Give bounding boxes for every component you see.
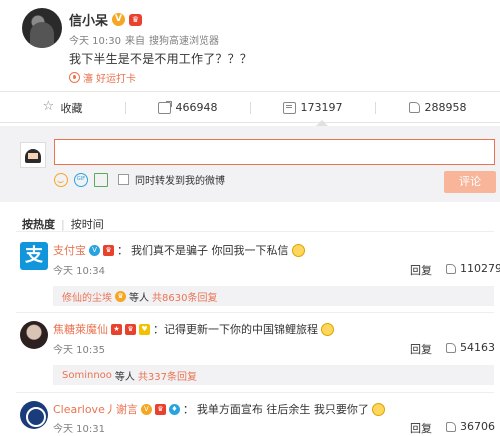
reply-author[interactable]: Sominnoo — [62, 370, 112, 381]
thumbs-up-icon — [446, 421, 456, 432]
favorite-label: 收藏 — [60, 101, 83, 115]
composer-tools: GIF 同时转发到我的微博 — [54, 172, 225, 187]
reply-button[interactable]: 回复 — [410, 262, 432, 278]
verified-badge-icon: V — [140, 403, 152, 415]
thumbs-up-icon — [446, 263, 456, 274]
comment-body: 支付宝 V ♛ ： 我们真不是骗子 你回我一下私信 — [53, 242, 305, 258]
comment-text: 我们真不是骗子 你回我一下私信 — [131, 244, 289, 257]
sync-repost-checkbox[interactable] — [118, 174, 129, 185]
commenter-name[interactable]: Clearlove丿谢言 — [53, 401, 138, 417]
comment-button[interactable]: 173197 — [250, 93, 375, 122]
member-badge-icon: ♛ — [115, 290, 126, 302]
comment-like-count: 54163 — [460, 341, 495, 354]
divider — [16, 312, 494, 313]
comment-icon — [282, 101, 296, 114]
tab-separator: | — [61, 217, 65, 231]
like-count: 288958 — [424, 101, 467, 114]
comment-time: 今天 10:34 — [53, 266, 105, 277]
fan-badge-icon: ♦ — [168, 403, 180, 415]
commenter-avatar[interactable]: 支 — [20, 242, 48, 270]
commenter-avatar[interactable] — [20, 321, 48, 349]
reply-summary[interactable]: Sominnoo 等人 共337条回复 — [53, 365, 494, 385]
author-avatar[interactable] — [22, 8, 62, 48]
comment-like-button[interactable]: 110279 — [446, 262, 500, 275]
post-text: 我下半生是不是不用工作了？？？ — [69, 52, 253, 66]
topic-tag-prefix: 瀋 — [83, 74, 93, 85]
post-time[interactable]: 今天 10:30 — [69, 32, 121, 47]
verified-badge-icon: V — [112, 13, 126, 26]
reply-button[interactable]: 回复 — [410, 420, 432, 436]
fan-badge-icon: ♥ — [139, 323, 150, 335]
emoji-icon — [371, 402, 385, 416]
commenter-name[interactable]: 支付宝 — [53, 242, 86, 258]
member-badge-icon: ♛ — [103, 244, 114, 256]
share-count: 466948 — [175, 101, 218, 114]
member-badge-icon: ★ — [111, 323, 122, 335]
emoji-icon[interactable] — [54, 172, 68, 187]
comment-text: ：记得更新一下你的中国锦鲤旅程 — [153, 323, 318, 336]
comment-text: ： — [117, 244, 128, 257]
submit-comment-button[interactable]: 评论 — [444, 171, 496, 193]
comment-count: 173197 — [300, 101, 343, 114]
location-pin-icon — [69, 72, 80, 83]
member-badge-icon: ♛ — [154, 403, 166, 415]
author-name[interactable]: 信小呆 — [69, 10, 108, 29]
gif-icon[interactable]: GIF — [74, 172, 88, 187]
commenter-name[interactable]: 焦糖萊魔仙 — [53, 321, 108, 337]
sync-repost-label[interactable]: 同时转发到我的微博 — [135, 172, 225, 187]
topic-tag-label[interactable]: 好运打卡 — [96, 70, 136, 85]
tab-sort-time[interactable]: 按时间 — [71, 216, 104, 232]
thumbs-up-icon — [446, 342, 456, 353]
reply-summary[interactable]: 修仙的尘埃 ♛ 等人 共8630条回复 — [53, 286, 494, 306]
post-action-bar: 收藏 466948 173197 288958 — [0, 93, 500, 123]
source-prefix: 来自 — [125, 36, 145, 47]
comment-body: Clearlove丿谢言 V ♛ ♦ ： 我单方面宣布 往后余生 我只要你了 — [53, 401, 385, 417]
verified-badge-icon: V — [89, 244, 100, 256]
reply-mid: 等人 — [114, 371, 135, 383]
reply-author[interactable]: 修仙的尘埃 — [62, 289, 112, 304]
topic-tag[interactable]: 瀋 好运打卡 — [69, 70, 136, 85]
image-icon[interactable] — [94, 172, 108, 187]
favorite-button[interactable]: 收藏 — [0, 93, 125, 122]
reply-count-link[interactable]: 共8630条回复 — [152, 289, 217, 304]
like-button[interactable]: 288958 — [375, 93, 500, 122]
member-badge-icon: ♛ — [125, 323, 136, 335]
comment-like-button[interactable]: 54163 — [446, 341, 495, 354]
author-line: 信小呆 V ♛ — [69, 10, 143, 29]
comment-input[interactable] — [54, 139, 495, 165]
commenter-avatar[interactable] — [20, 401, 48, 429]
comment-like-count: 36706 — [460, 420, 495, 433]
divider — [16, 392, 494, 393]
comment-body: 焦糖萊魔仙 ★ ♛ ♥ ：记得更新一下你的中国锦鲤旅程 — [53, 321, 334, 337]
emoji-icon — [321, 322, 334, 336]
comment-time: 今天 10:31 — [53, 424, 105, 435]
thumbs-up-icon — [408, 102, 420, 113]
comment-time: 今天 10:35 — [53, 345, 105, 356]
reply-count-link[interactable]: 共337条回复 — [138, 368, 197, 383]
post-source[interactable]: 搜狗高速浏览器 — [149, 32, 219, 47]
comment-text: ： — [182, 403, 194, 416]
post-meta: 今天 10:30 来自 搜狗高速浏览器 — [69, 32, 219, 47]
emoji-icon — [291, 243, 305, 257]
member-badge-icon: ♛ — [129, 13, 143, 26]
weibo-post: 信小呆 V ♛ 今天 10:30 来自 搜狗高速浏览器 我下半生是不是不用工作了… — [0, 0, 500, 92]
comment-composer: GIF 同时转发到我的微博 评论 — [0, 126, 500, 202]
share-button[interactable]: 466948 — [125, 93, 250, 122]
tab-sort-hot[interactable]: 按热度 — [22, 216, 55, 232]
comment-like-count: 110279 — [460, 262, 500, 275]
star-icon — [43, 99, 56, 114]
current-user-avatar[interactable] — [20, 142, 46, 168]
share-icon — [157, 100, 172, 114]
comment-sort-tabs: 按热度 | 按时间 — [22, 216, 104, 232]
comment-like-button[interactable]: 36706 — [446, 420, 495, 433]
divider — [16, 231, 494, 232]
comment-text: 我单方面宣布 往后余生 我只要你了 — [196, 403, 369, 416]
reply-mid: 等人 — [129, 292, 149, 304]
reply-button[interactable]: 回复 — [410, 341, 432, 357]
